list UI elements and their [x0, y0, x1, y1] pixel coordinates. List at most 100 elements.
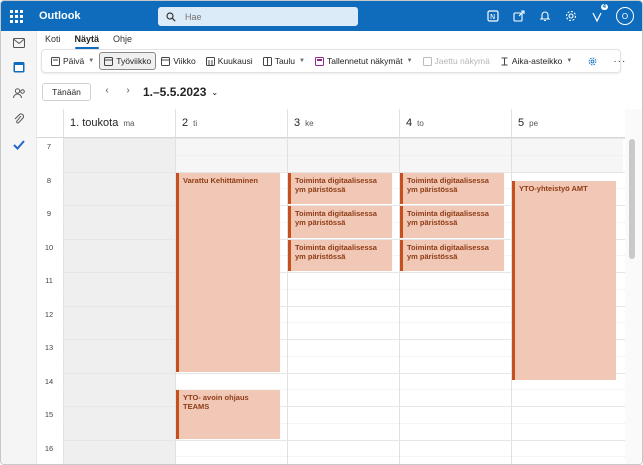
calendar-grid: 1. toukota ma 2 ti 3 ke 4 to 5 pe 7 8 9 10 11 12 13 14 15…: [37, 109, 625, 464]
gear-icon: [588, 57, 597, 65]
calendar-scrollbar[interactable]: [625, 109, 642, 464]
left-rail: [1, 31, 37, 464]
day-number: 4: [406, 117, 413, 129]
top-actions: N 4 O: [486, 1, 634, 31]
day-view-button[interactable]: Päivä ▼: [46, 52, 99, 70]
share-icon[interactable]: [512, 9, 526, 23]
top-bar: Outlook N 4 O: [1, 1, 642, 31]
work-week-icon: [104, 56, 114, 66]
mail-icon[interactable]: [1, 31, 37, 55]
hour-line: [63, 406, 625, 407]
half-hour-line: [63, 154, 625, 156]
people-icon[interactable]: [1, 81, 37, 105]
day-header[interactable]: 2 ti: [175, 109, 287, 137]
hour-label: 14: [44, 376, 54, 386]
week-view-icon: [161, 56, 171, 66]
chevron-down-icon: ⌄: [211, 87, 219, 97]
day-number: 2: [182, 117, 189, 129]
day-number: 1. toukota: [70, 117, 119, 129]
hour-label: 16: [44, 443, 54, 453]
calendar-event[interactable]: YTO-yhteistyö AMT: [512, 180, 616, 380]
chevron-left-icon: ‹: [105, 85, 109, 96]
onenote-icon[interactable]: N: [486, 9, 500, 23]
calendar-event[interactable]: Toiminta digitaalisessa ym päristössä: [288, 172, 392, 204]
hour-label: 15: [44, 410, 54, 419]
calendar-icon[interactable]: [1, 55, 37, 79]
day-name: pe: [529, 118, 539, 128]
day-name: ke: [305, 118, 314, 128]
day-number: 3: [294, 117, 301, 129]
premium-icon[interactable]: 4: [590, 4, 608, 23]
calendar-event[interactable]: Varattu Kehittäminen: [176, 172, 280, 372]
avatar[interactable]: O: [616, 7, 634, 25]
app-launcher-button[interactable]: [1, 1, 31, 31]
day-column[interactable]: [63, 138, 175, 464]
saved-views-icon: [314, 56, 324, 66]
ribbon-toolbar: Päivä ▼ Työviikko Viikko Kuukausi Taulu …: [41, 49, 625, 73]
calendar-event[interactable]: YTO- avoin ohjaus TEAMS: [176, 390, 280, 439]
calendar-event[interactable]: Toiminta digitaalisessa ym päristössä: [400, 239, 504, 271]
board-icon: [262, 56, 272, 66]
save-view-button[interactable]: Jaettu näkymä: [418, 52, 495, 70]
search-icon: [166, 11, 176, 22]
hour-label: 7: [46, 142, 52, 151]
hour-label: 10: [44, 242, 54, 252]
tab-help[interactable]: Ohje: [113, 34, 132, 46]
day-header[interactable]: 5 pe: [511, 109, 623, 137]
week-view-label: Viikko: [173, 56, 196, 66]
half-hour-line: [63, 422, 625, 424]
time-grid: 7 8 9 10 11 12 13 14 15 16 Varattu Kehittäminen YTO…: [37, 138, 625, 464]
day-name: to: [417, 118, 424, 128]
hour-line: [63, 138, 625, 139]
day-view-icon: [51, 56, 60, 66]
chevron-down-icon: ▼: [566, 58, 573, 64]
board-view-button[interactable]: Taulu ▼: [258, 52, 310, 70]
chevron-down-icon: ▼: [299, 58, 305, 64]
view-settings-button[interactable]: [583, 52, 602, 70]
work-week-label: Työviikko: [116, 56, 152, 66]
tab-view[interactable]: Näytä: [74, 34, 99, 49]
more-options-button[interactable]: ···: [608, 52, 631, 70]
today-button[interactable]: Tänään: [42, 83, 91, 101]
gear-icon[interactable]: [564, 9, 578, 23]
save-view-label: Jaettu näkymä: [434, 56, 490, 66]
calendar-event[interactable]: Toiminta digitaalisessa ym päristössä: [400, 172, 504, 204]
todo-icon[interactable]: [1, 133, 37, 157]
scrollbar-thumb[interactable]: [629, 139, 635, 259]
tab-home[interactable]: Koti: [45, 34, 61, 46]
calendar-event[interactable]: Toiminta digitaalisessa ym päristössä: [288, 239, 392, 271]
more-icon: ···: [613, 55, 627, 67]
search-box[interactable]: [158, 7, 358, 26]
day-header[interactable]: 3 ke: [287, 109, 399, 137]
next-week-button[interactable]: ›: [122, 85, 134, 99]
hour-line: [63, 439, 625, 441]
svg-text:N: N: [490, 13, 495, 21]
month-view-button[interactable]: Kuukausi: [201, 52, 258, 70]
calendar-event[interactable]: Toiminta digitaalisessa ym päristössä: [288, 206, 392, 238]
day-header[interactable]: 4 to: [399, 109, 511, 137]
app-title[interactable]: Outlook: [39, 10, 81, 22]
day-header[interactable]: 1. toukota ma: [63, 109, 175, 137]
month-view-icon: [205, 56, 215, 66]
week-view-button[interactable]: Viikko: [156, 52, 201, 70]
chevron-right-icon: ›: [126, 85, 130, 96]
work-week-view-button[interactable]: Työviikko: [99, 52, 157, 70]
time-scale-button[interactable]: Aika-asteikko ▼: [495, 52, 578, 70]
time-scale-icon: [501, 57, 508, 65]
calendar-event[interactable]: Toiminta digitaalisessa ym päristössä: [400, 206, 504, 238]
board-view-label: Taulu: [274, 56, 296, 66]
search-input[interactable]: [185, 11, 345, 22]
half-hour-line: [63, 456, 625, 458]
half-hour-line: [63, 389, 625, 391]
day-name: ti: [193, 118, 198, 128]
saved-views-button[interactable]: Tallennetut näkymät ▼: [310, 52, 418, 70]
date-range-picker[interactable]: 1.–5.5.2023 ⌄: [143, 85, 218, 99]
hour-label: 9: [46, 209, 52, 218]
waffle-icon: [9, 9, 23, 23]
day-name: ma: [123, 118, 135, 128]
previous-week-button[interactable]: ‹: [101, 85, 113, 99]
attach-icon[interactable]: [1, 107, 37, 131]
bell-icon[interactable]: [538, 9, 552, 23]
chevron-down-icon: ▼: [406, 58, 413, 64]
date-range-label: 1.–5.5.2023: [143, 85, 207, 99]
